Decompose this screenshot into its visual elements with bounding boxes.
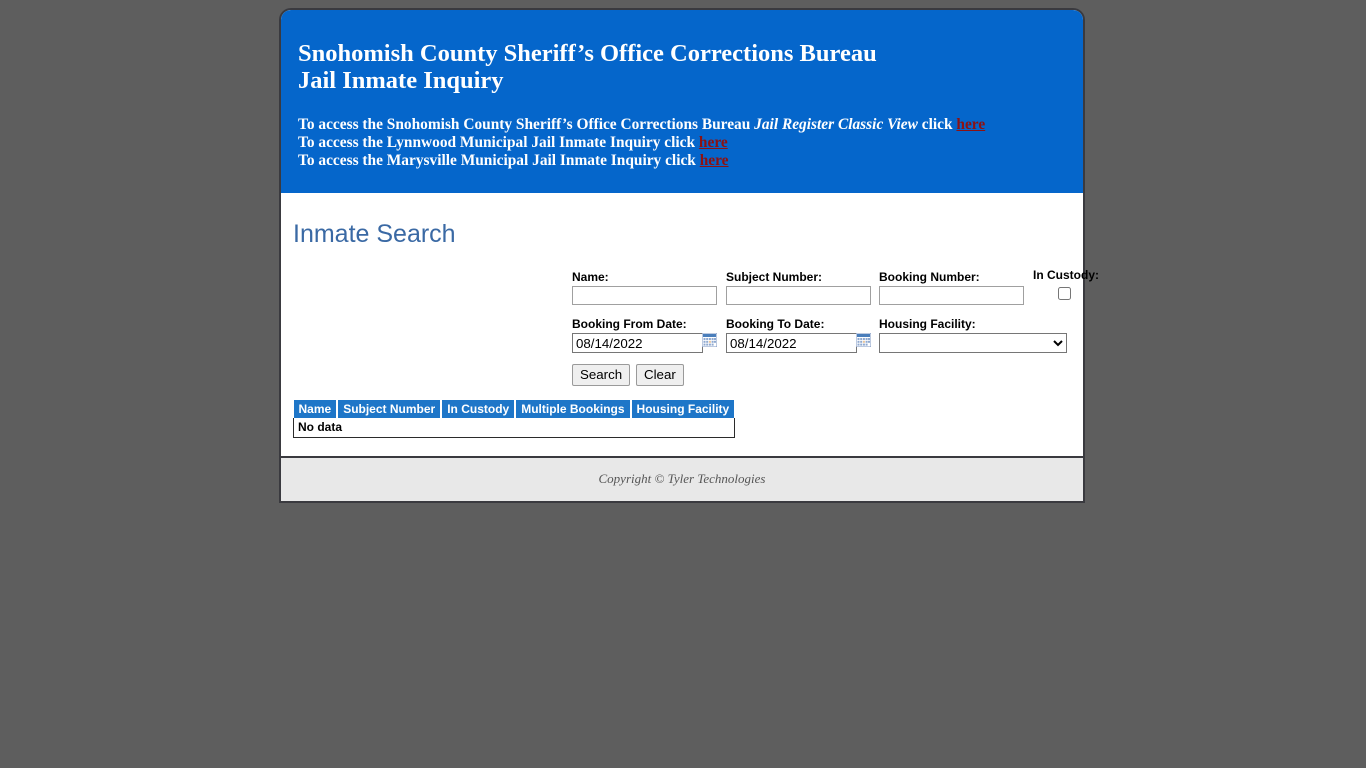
- calendar-icon[interactable]: [855, 332, 872, 348]
- housing-facility-label: Housing Facility:: [879, 317, 976, 331]
- column-header-multiple-bookings[interactable]: Multiple Bookings: [515, 400, 632, 418]
- lynnwood-here-link[interactable]: here: [699, 134, 728, 151]
- banner-link-line-classic-view: To access the Snohomish County Sheriff’s…: [298, 116, 1067, 134]
- search-button[interactable]: Search: [572, 364, 631, 386]
- banner-line-prefix-1: To access the Snohomish County Sheriff’s…: [298, 116, 755, 133]
- banner-line-middle-1: click: [917, 116, 957, 133]
- booking-number-label: Booking Number:: [879, 270, 980, 284]
- results-header-row: Name Subject Number In Custody Multiple …: [293, 400, 735, 418]
- banner-title-line-2: Jail Inmate Inquiry: [298, 67, 504, 94]
- in-custody-label: In Custody:: [1033, 268, 1099, 282]
- banner-link-list: To access the Snohomish County Sheriff’s…: [298, 116, 1067, 170]
- banner-link-line-lynnwood: To access the Lynnwood Municipal Jail In…: [298, 134, 1067, 152]
- column-header-name[interactable]: Name: [293, 400, 339, 418]
- column-header-housing-facility[interactable]: Housing Facility: [630, 400, 735, 418]
- clear-button[interactable]: Clear: [636, 364, 684, 386]
- booking-from-date-label: Booking From Date:: [572, 317, 687, 331]
- results-table-body: No data: [293, 418, 735, 438]
- results-table-head: Name Subject Number In Custody Multiple …: [293, 400, 735, 418]
- inmate-search-form: Name: Subject Number: Booking Number: In…: [281, 268, 1099, 400]
- page-banner: Snohomish County Sheriff’s Office Correc…: [281, 10, 1083, 193]
- banner-line-italic-1: Jail Register Classic View: [754, 116, 918, 133]
- page-title: Inmate Search: [293, 220, 456, 248]
- table-row: No data: [293, 418, 735, 438]
- banner-title: Snohomish County Sheriff’s Office Correc…: [298, 40, 1067, 94]
- booking-number-input[interactable]: [879, 286, 1024, 305]
- calendar-icon[interactable]: [701, 332, 718, 348]
- housing-facility-select[interactable]: [879, 333, 1067, 353]
- booking-from-date-input[interactable]: [572, 333, 703, 353]
- page-footer: Copyright © Tyler Technologies: [281, 456, 1083, 501]
- column-header-in-custody[interactable]: In Custody: [441, 400, 517, 418]
- main-content: Inmate Search Name: Subject Number: Book…: [281, 193, 1099, 456]
- app-container: Snohomish County Sheriff’s Office Correc…: [279, 8, 1099, 503]
- booking-to-date-input[interactable]: [726, 333, 857, 353]
- results-grid: Name Subject Number In Custody Multiple …: [293, 400, 735, 438]
- name-label: Name:: [572, 270, 609, 284]
- marysville-here-link[interactable]: here: [700, 152, 729, 169]
- page-root: Snohomish County Sheriff’s Office Correc…: [0, 0, 1366, 768]
- column-header-subject-number[interactable]: Subject Number: [337, 400, 443, 418]
- booking-to-date-label: Booking To Date:: [726, 317, 825, 331]
- results-table: Name Subject Number In Custody Multiple …: [293, 400, 735, 438]
- banner-line-prefix-2: To access the Lynnwood Municipal Jail In…: [298, 134, 699, 151]
- banner-title-line-1: Snohomish County Sheriff’s Office Correc…: [298, 40, 877, 67]
- name-input[interactable]: [572, 286, 717, 305]
- subject-number-label: Subject Number:: [726, 270, 823, 284]
- banner-line-prefix-3: To access the Marysville Municipal Jail …: [298, 152, 700, 169]
- no-data-message: No data: [293, 418, 735, 438]
- copyright-text: Copyright © Tyler Technologies: [598, 471, 766, 486]
- in-custody-checkbox[interactable]: [1058, 287, 1071, 300]
- classic-view-here-link[interactable]: here: [956, 116, 985, 133]
- banner-link-line-marysville: To access the Marysville Municipal Jail …: [298, 152, 1067, 170]
- subject-number-input[interactable]: [726, 286, 871, 305]
